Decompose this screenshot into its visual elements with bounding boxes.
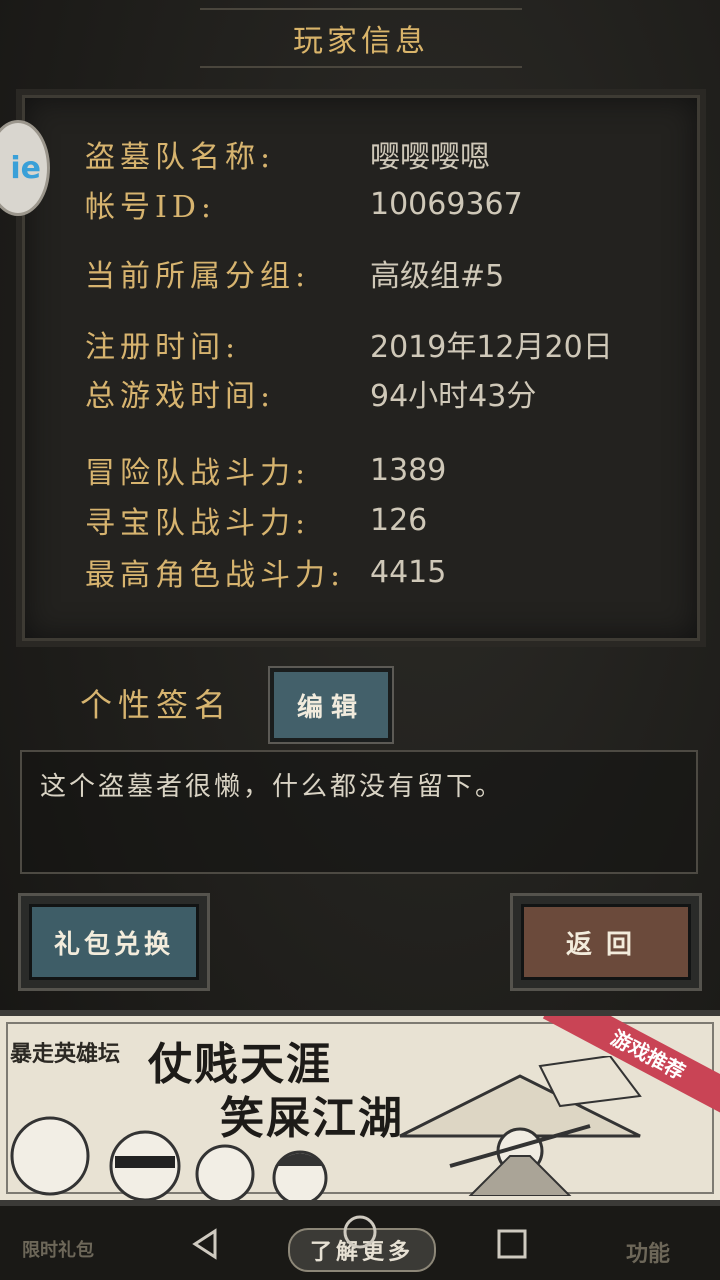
treasure-power-value: 126: [370, 502, 428, 538]
treasure-power-row: 寻宝队战斗力: 126: [85, 498, 427, 542]
home-icon[interactable]: [338, 1210, 382, 1254]
signature-label: 个性签名: [80, 686, 233, 724]
gift-exchange-button[interactable]: 礼包兑换: [18, 893, 210, 991]
register-time-value: 2019年12月20日: [370, 330, 613, 365]
adventure-power-row: 冒险队战斗力: 1389: [85, 448, 446, 492]
group-value: 高级组#5: [370, 259, 505, 294]
player-info-panel: 盗墓队名称: 嘤嘤嘤嗯 帐号ID: 10069367 当前所属分组: 高级组#5…: [22, 95, 700, 641]
group-label: 当前所属分组:: [85, 259, 311, 294]
gift-exchange-label: 礼包兑换: [29, 904, 199, 980]
ad-swordsman-illustration: [399, 1056, 642, 1196]
play-time-row: 总游戏时间: 94小时43分: [85, 371, 536, 415]
top-role-power-label: 最高角色战斗力:: [85, 558, 346, 593]
team-name-label: 盗墓队名称:: [85, 140, 276, 175]
play-time-value: 94小时43分: [370, 379, 537, 414]
team-name-value: 嘤嘤嘤嗯: [370, 140, 490, 175]
ad-logo: 暴走英雄坛: [10, 1041, 121, 1067]
adventure-power-label: 冒险队战斗力:: [85, 456, 311, 491]
back-button[interactable]: 返回: [510, 893, 702, 991]
group-row: 当前所属分组: 高级组#5: [85, 251, 504, 295]
edit-signature-button[interactable]: 编辑: [268, 666, 394, 744]
back-icon[interactable]: [184, 1222, 228, 1266]
recent-apps-icon[interactable]: [490, 1222, 534, 1266]
function-hint[interactable]: 功能: [626, 1236, 670, 1268]
account-id-row: 帐号ID: 10069367: [85, 182, 523, 226]
team-name-row: 盗墓队名称: 嘤嘤嘤嗯: [85, 132, 490, 176]
page-title: 玩家信息: [293, 24, 429, 59]
adventure-power-value: 1389: [370, 452, 447, 488]
play-time-label: 总游戏时间:: [85, 379, 276, 414]
assistant-icon-text: ie: [10, 150, 41, 186]
ad-cartoon-faces-illustration: [10, 1116, 328, 1200]
back-label: 返回: [521, 904, 691, 980]
treasure-power-label: 寻宝队战斗力:: [85, 506, 311, 541]
top-role-power-value: 4415: [370, 554, 447, 590]
register-time-label: 注册时间:: [85, 330, 241, 365]
top-role-power-row: 最高角色战斗力: 4415: [85, 550, 446, 594]
signature-box: 这个盗墓者很懒，什么都没有留下。: [20, 750, 698, 874]
ad-banner[interactable]: 暴走英雄坛 仗贱天涯 笑屎江湖 游戏推荐: [0, 1010, 720, 1206]
signature-text: 这个盗墓者很懒，什么都没有留下。: [40, 772, 505, 802]
limited-gift-hint[interactable]: 限时礼包: [22, 1236, 94, 1262]
register-time-row: 注册时间: 2019年12月20日: [85, 322, 613, 366]
header-bar: 玩家信息: [200, 8, 522, 68]
account-id-value: 10069367: [370, 186, 523, 222]
system-nav-bar: 限时礼包 了解更多 功能: [0, 1206, 720, 1280]
account-id-label: 帐号ID:: [85, 190, 217, 225]
